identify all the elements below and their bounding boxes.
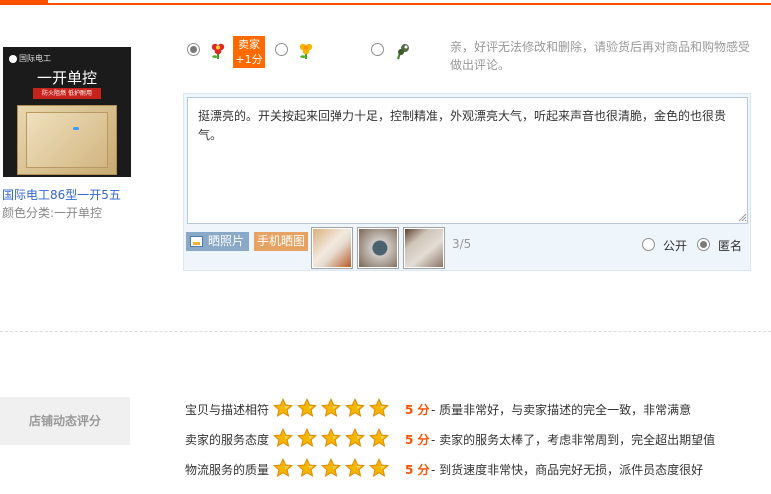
shop-rating-row: 物流服务的质量 5 分- 到货速度非常快，商品完好无损，派件员态度很好 [185, 457, 771, 478]
shop-rating-description: - 质量非常好，与卖家描述的完全一致，非常满意 [431, 403, 692, 417]
shop-rating-description: - 卖家的服务太棒了，考虑非常周到，完全超出期望值 [431, 433, 716, 447]
shop-rating-row: 宝贝与描述相符 5 分- 质量非常好，与卖家描述的完全一致，非常满意 [185, 397, 771, 418]
top-accent-bar [0, 0, 771, 6]
star-icon[interactable] [320, 397, 342, 418]
upload-photo-button[interactable]: 晒照片 [186, 232, 249, 251]
shop-rating-title: 店铺动态评分 [0, 397, 130, 445]
star-icon[interactable] [368, 397, 390, 418]
star-icon[interactable] [272, 427, 294, 448]
star-icon[interactable] [344, 427, 366, 448]
star-icon[interactable] [272, 397, 294, 418]
product-sku: 颜色分类:一开单控 [2, 206, 103, 220]
product-image-brand: 国际电工 [9, 53, 51, 64]
shop-rating-score: 5 分 [405, 403, 430, 417]
visibility-anonymous-radio[interactable] [697, 238, 710, 251]
rating-good-radio[interactable] [187, 43, 200, 56]
picture-icon [190, 236, 203, 247]
shop-rating-score: 5 分 [405, 463, 430, 477]
star-icon[interactable] [296, 397, 318, 418]
star-icon[interactable] [296, 427, 318, 448]
product-name-link[interactable]: 国际电工86型一开5五 [2, 186, 121, 203]
phone-upload-button[interactable]: 手机晒图 [254, 232, 308, 251]
upload-photo-label: 晒照片 [208, 234, 245, 248]
visibility-public-label: 公开 [663, 239, 688, 253]
shop-rating-description: - 到货速度非常快，商品完好无损，派件员态度很好 [431, 463, 704, 477]
star-rating[interactable] [272, 397, 393, 418]
visibility-public-radio[interactable] [642, 238, 655, 251]
uploaded-photo-thumbnail[interactable] [311, 227, 353, 269]
shop-rating-name: 物流服务的质量 [185, 463, 270, 477]
review-textarea[interactable]: 挺漂亮的。开关按起来回弹力十足，控制精准，外观漂亮大气，听起来声音也很清脆，金色… [187, 97, 748, 224]
star-icon[interactable] [344, 457, 366, 478]
red-flower-icon [211, 43, 225, 59]
uploaded-photo-thumbnail[interactable] [403, 227, 445, 269]
star-rating[interactable] [272, 457, 393, 478]
rating-neutral-radio[interactable] [275, 43, 288, 56]
star-icon[interactable] [368, 457, 390, 478]
uploaded-photo-thumbnail[interactable] [357, 227, 399, 269]
top-accent-tab [0, 0, 48, 5]
resize-grip-icon[interactable] [738, 213, 747, 222]
visibility-anonymous-label: 匿名 [718, 239, 743, 253]
product-image-subtitle: 防火阻燃 低护耐用 [33, 88, 101, 99]
withered-flower-icon [397, 44, 409, 60]
seller-points-badge: 卖家 +1分 [233, 36, 265, 68]
product-image-headline: 一开单控 [36, 69, 97, 87]
star-icon[interactable] [272, 457, 294, 478]
shop-rating-score: 5 分 [405, 433, 430, 447]
star-icon[interactable] [320, 457, 342, 478]
product-image[interactable]: 国际电工 一开单控 防火阻燃 低护耐用 [3, 47, 131, 177]
switch-plate-picture [17, 105, 117, 175]
shop-rating-name: 宝贝与描述相符 [185, 403, 270, 417]
photo-count: 3/5 [452, 237, 472, 251]
section-divider [0, 331, 771, 332]
yellow-flower-icon [299, 43, 313, 59]
star-icon[interactable] [344, 397, 366, 418]
star-rating[interactable] [272, 427, 393, 448]
star-icon[interactable] [368, 427, 390, 448]
star-icon[interactable] [320, 427, 342, 448]
shop-rating-row: 卖家的服务态度 5 分- 卖家的服务太棒了，考虑非常周到，完全超出期望值 [185, 427, 771, 448]
star-icon[interactable] [296, 457, 318, 478]
shop-rating-name: 卖家的服务态度 [185, 433, 270, 447]
rating-bad-radio[interactable] [371, 43, 384, 56]
top-accent-line [0, 3, 771, 5]
rating-notice: 亲，好评无法修改和删除，请验货后再对商品和购物感受做出评论。 [450, 40, 751, 72]
